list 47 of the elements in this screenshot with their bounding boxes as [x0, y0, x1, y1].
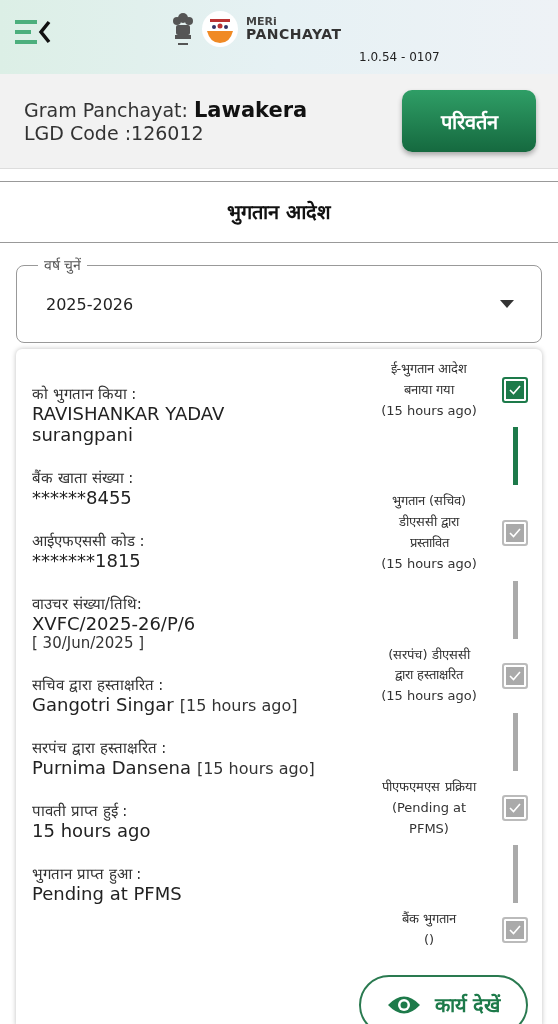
version-text: 1.0.54 - 0107 — [359, 50, 440, 64]
field-label: आईएफएससी कोड : — [32, 531, 146, 550]
check-icon — [508, 384, 522, 397]
menu-icon[interactable] — [15, 18, 51, 46]
page-title: भुगतान आदेश — [0, 181, 558, 243]
step-label: (सरपंच) डीएससी द्वारा हस्ताक्षरित (15 hours ago) — [380, 645, 478, 706]
step-label: पीएफएमएस प्रक्रिया (Pending at PFMS) — [381, 777, 478, 838]
field-value: ******8455 — [32, 487, 133, 508]
dropdown-caret-icon — [500, 300, 514, 308]
year-select[interactable]: वर्ष चुनें 2025-2026 — [16, 255, 542, 343]
view-work-button[interactable]: कार्य देखें — [359, 974, 528, 1024]
check-icon — [508, 924, 522, 937]
field-label: पावती प्राप्त हुई : — [32, 801, 129, 820]
field-label: वाउचर संख्या/तिथि: — [32, 594, 143, 613]
logo-icon — [202, 11, 238, 47]
field-value: Gangotri Singar — [32, 694, 174, 715]
field-label: सरपंच द्वारा हस्ताक्षरित : — [32, 738, 168, 757]
lgd-code: LGD Code :126012 — [24, 122, 205, 144]
field-label: को भुगतान किया : — [32, 384, 138, 403]
date-note: [ 30/Jun/2025 ] — [32, 634, 146, 652]
field-value: *******1815 — [32, 550, 142, 571]
field-value: RAVISHANKAR YADAV — [32, 403, 226, 424]
progress-connector — [513, 427, 518, 486]
emblem-icon — [172, 10, 194, 48]
progress-connector — [513, 712, 518, 771]
step-label: ई-भुगतान आदेश बनाया गया (15 hours ago) — [380, 360, 478, 420]
progress-connector — [513, 580, 518, 639]
field-label: भुगतान प्राप्त हुआ : — [32, 864, 143, 883]
step-label: भुगतान (सचिव) डीएससी द्वारा प्रस्तावित (15 hours ago) — [380, 492, 478, 573]
brand-name: MERi — [246, 15, 278, 28]
field-value: Pending at PFMS — [32, 883, 183, 904]
brand-name: PANCHAYAT — [246, 27, 342, 43]
field-value: Purnima Dansena — [32, 757, 191, 778]
check-icon — [508, 527, 522, 539]
time-note: [15 hours ago] — [179, 696, 298, 715]
field-label: सचिव द्वारा हस्ताक्षरित : — [32, 675, 165, 694]
panchayat-name: Gram Panchayat: Lawakera — [24, 98, 308, 122]
progress-connector — [513, 845, 518, 904]
field-value: surangpani — [32, 424, 134, 445]
time-note: [15 hours ago] — [196, 759, 315, 778]
field-value: XVFC/2025-26/P/6 — [32, 613, 197, 634]
check-icon — [508, 802, 522, 815]
field-label: बैंक खाता संख्या : — [32, 468, 135, 487]
check-icon — [508, 669, 522, 682]
step-label: बैंक भुगतान () — [400, 910, 458, 950]
change-button[interactable]: परिवर्तन — [402, 90, 536, 152]
field-value: 15 hours ago — [32, 820, 152, 841]
